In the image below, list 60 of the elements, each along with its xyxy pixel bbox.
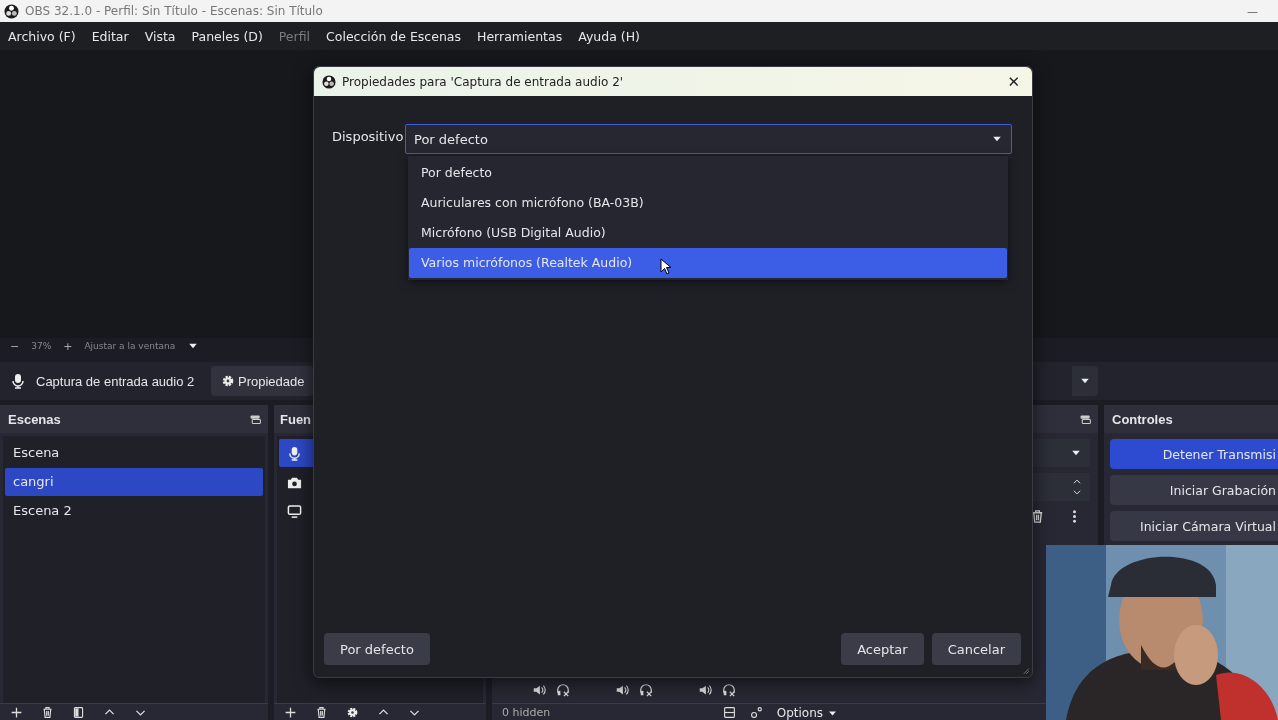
headphones-muted-icon[interactable] [639, 683, 653, 697]
speaker-icon[interactable] [698, 683, 712, 697]
source-name: Captura de entrada audio 2 [36, 373, 196, 389]
scene-item[interactable]: cangri [5, 468, 263, 496]
trash-icon[interactable] [41, 706, 54, 719]
close-button[interactable]: ✕ [1003, 72, 1024, 91]
zoom-in-button[interactable]: + [63, 339, 73, 353]
microphone-icon [10, 373, 26, 389]
trash-icon[interactable] [1030, 509, 1045, 524]
control-button[interactable]: Detener Transmisi [1110, 439, 1278, 469]
undock-icon[interactable] [249, 412, 262, 426]
dialog-title: Propiedades para 'Captura de entrada audio 2' [342, 74, 625, 89]
filter-icon[interactable] [72, 706, 85, 719]
properties-button[interactable]: Propiedade [211, 366, 313, 396]
headphones-muted-icon[interactable] [722, 683, 736, 697]
dock-title: Controles [1112, 411, 1173, 427]
scene-item[interactable]: Escena [5, 439, 263, 467]
dropdown-option[interactable]: Micrófono (USB Digital Audio) [409, 218, 1007, 248]
hidden-count: 0 hidden [502, 706, 551, 719]
menu-item[interactable]: Ayuda (H) [578, 28, 640, 44]
menu-item[interactable]: Colección de Escenas [326, 28, 462, 44]
window-title: OBS 32.1.0 - Perfil: Sin Título - Escenas: Sin Título [25, 4, 324, 18]
zoom-out-button[interactable]: − [10, 339, 20, 353]
ok-button[interactable]: Aceptar [841, 633, 924, 665]
speaker-icon[interactable] [615, 683, 629, 697]
trash-icon[interactable] [315, 706, 328, 719]
app-logo-icon [322, 74, 336, 89]
settings-icon [221, 374, 235, 388]
menu-item[interactable]: Editar [91, 28, 129, 44]
speaker-icon[interactable] [532, 683, 546, 697]
undock-icon[interactable] [1079, 412, 1092, 426]
settings-icon[interactable] [346, 706, 359, 719]
menu-item[interactable]: Herramientas [477, 28, 563, 44]
cancel-button[interactable]: Cancelar [931, 633, 1021, 665]
dropdown[interactable] [1072, 366, 1098, 396]
minimize-button[interactable]: — [1227, 4, 1278, 18]
dropdown-option[interactable]: Auriculares con micrófono (BA-03B) [409, 188, 1007, 218]
menu-item[interactable]: Archivo (F) [8, 28, 76, 44]
device-dropdown[interactable]: Por defecto [405, 124, 1012, 154]
zoom-level: 37% [31, 341, 52, 351]
defaults-button[interactable]: Por defecto [324, 633, 430, 665]
fit-window-button[interactable]: Ajustar a la ventana [84, 341, 176, 351]
monitor-icon [287, 503, 302, 519]
menu-item[interactable]: Vista [144, 28, 176, 44]
layout-icon[interactable] [722, 706, 736, 719]
dock-title: Escenas [8, 411, 61, 427]
microphone-icon [287, 445, 302, 461]
add-icon[interactable] [284, 706, 297, 719]
dropdown-option[interactable]: Por defecto [409, 158, 1007, 188]
menu-item[interactable]: Paneles (D) [191, 28, 263, 44]
add-icon[interactable] [10, 706, 23, 719]
app-logo-icon [4, 3, 19, 19]
link-icon[interactable] [749, 706, 763, 719]
scene-item[interactable]: Escena 2 [5, 497, 263, 525]
dropdown-option[interactable]: Varios micrófonos (Realtek Audio) [409, 248, 1007, 278]
control-button[interactable]: Iniciar Cámara Virtual [1110, 511, 1278, 541]
options-button[interactable]: Options [776, 706, 838, 720]
control-button[interactable]: Iniciar Grabación [1110, 475, 1278, 505]
dock-title: Fuen [280, 411, 312, 427]
headphones-muted-icon[interactable] [556, 683, 570, 697]
